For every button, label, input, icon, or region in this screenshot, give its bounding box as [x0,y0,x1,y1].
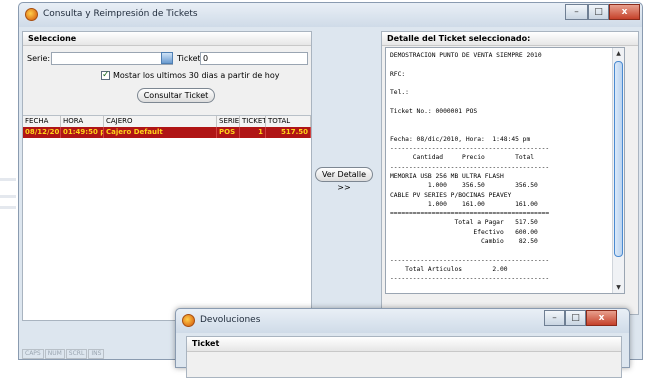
ticket-line: Total Articulos 2.00 [390,265,508,273]
column-header-total[interactable]: TOTAL [266,116,311,127]
returns-window-title: Devoluciones [200,315,261,325]
cell-hora: 01:49:50 p.m [61,127,104,138]
returns-app-icon [182,314,195,327]
main-window: Consulta y Reimpresión de Tickets – □ x … [18,2,643,360]
ticket-line: ----------------------------------------… [390,275,550,283]
column-header-hora[interactable]: HORA [61,116,104,127]
status-bar: CAPS NUM SCRL INS [22,348,105,359]
returns-ticket-panel: Ticket [186,336,622,378]
close-button[interactable]: x [609,4,640,20]
status-indicator: CAPS [22,349,44,359]
cell-ticket: 1 [240,127,266,138]
column-header-ticket[interactable]: TICKET [240,116,266,127]
ticket-line: 1.000 161.00 161.00 [390,200,538,208]
ticket-line: CABLE PV SERIES P/BOCINAS PEAVEY [390,191,512,199]
select-panel: Seleccione Serie: Ticket: 0 ✓ Mostar los… [22,31,312,321]
status-indicator: NUM [44,349,65,359]
ticket-line: DEMOSTRACION PUNTO DE VENTA SIEMPRE 2010 [390,52,542,59]
serie-input[interactable] [51,52,173,65]
column-header-fecha[interactable]: FECHA [23,116,61,127]
status-indicator: SCRL [65,349,88,359]
ticket-line: 1.000 356.50 356.50 [390,182,538,190]
minimize-button[interactable]: – [565,4,588,20]
ticket-scrollbar[interactable]: ▲ ▼ [612,48,624,293]
ticket-line: ========================================… [390,210,550,218]
last-30-days-label: Mostar los ultimos 30 dias a partir de h… [113,71,280,80]
ticket-line: RFC: [390,70,406,78]
background-strip [0,178,16,181]
ticket-line: Fecha: 08/dic/2010, Hora: 1:48:45 pm [390,135,531,143]
ticket-line: Tel.: [390,89,409,97]
ticket-preview: ▲ ▼ DEMOSTRACION PUNTO DE VENTA SIEMPRE … [385,47,625,294]
app-icon [25,8,38,21]
returns-title-bar[interactable]: Devoluciones – □ x [176,309,629,333]
returns-maximize-button[interactable]: □ [565,310,586,326]
returns-minimize-button[interactable]: – [544,310,565,326]
returns-close-button[interactable]: x [586,310,617,326]
select-panel-heading: Seleccione [23,32,311,46]
ticket-line: Efectivo 600.00 [390,228,538,236]
main-title-bar[interactable]: Consulta y Reimpresión de Tickets – □ x [19,3,642,27]
ticket-line: Total a Pagar 517.50 [390,219,538,227]
ticket-line: ----------------------------------------… [390,256,550,264]
status-indicator: INS [88,349,105,359]
returns-ticket-heading: Ticket [187,337,621,352]
detail-panel-heading: Detalle del Ticket seleccionado: [382,32,638,46]
ticket-input[interactable]: 0 [200,52,308,65]
scroll-down-icon[interactable]: ▼ [613,282,624,293]
window-title: Consulta y Reimpresión de Tickets [43,9,198,19]
column-header-cajero[interactable]: CAJERO [104,116,217,127]
scroll-up-icon[interactable]: ▲ [613,48,624,59]
ticket-line: Cantidad Precio Total [390,154,535,162]
detail-panel: Detalle del Ticket seleccionado: ▲ ▼ DEM… [381,31,639,315]
consult-ticket-button[interactable]: Consultar Ticket [137,88,215,103]
tickets-table: FECHA HORA CAJERO SERIE TICKET TOTAL 08/… [23,115,311,320]
background-strip [0,206,16,209]
ticket-line: MEMORIA USB 256 MB ULTRA FLASH [390,172,504,180]
serie-label: Serie: [27,54,51,63]
view-detail-button[interactable]: Ver Detalle >> [315,167,373,192]
cell-serie: POS [217,127,240,138]
cell-fecha: 08/12/2010 [25,127,61,138]
last-30-days-checkbox[interactable]: ✓ [101,71,110,80]
cell-cajero: Cajero Default [104,127,217,138]
scroll-thumb[interactable] [614,61,623,257]
background-strip [0,195,16,198]
maximize-button[interactable]: □ [588,4,609,20]
ticket-line: ----------------------------------------… [390,145,550,152]
ticket-line: ----------------------------------------… [390,163,550,171]
returns-window: Devoluciones – □ x Ticket [175,308,630,378]
calendar-icon[interactable] [161,52,173,64]
ticket-line: Ticket No.: 0000001 POS [390,107,478,115]
column-header-serie[interactable]: SERIE [217,116,240,127]
ticket-line: Cambio 82.50 [390,238,538,245]
cell-total: 517.50 [266,127,311,138]
table-row[interactable]: 08/12/2010 01:49:50 p.m Cajero Default P… [23,127,311,138]
